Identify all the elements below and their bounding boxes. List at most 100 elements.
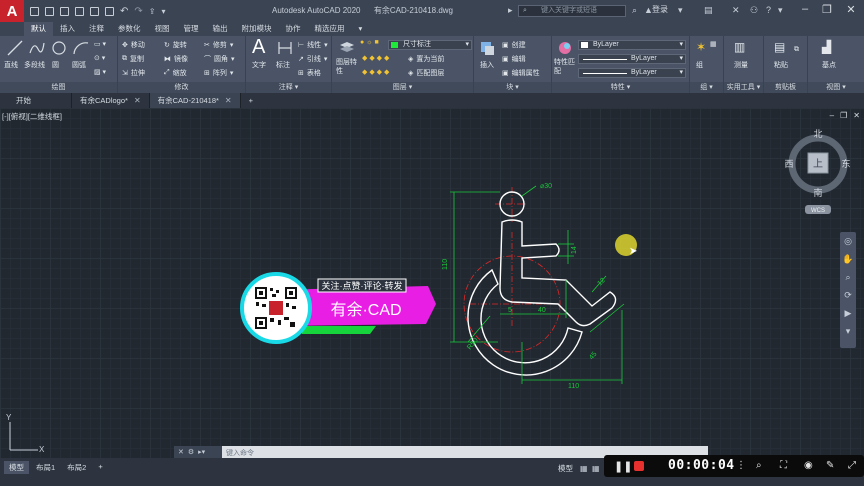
clipboard-panel-label[interactable]: 剪贴板 xyxy=(764,82,807,93)
circle-button[interactable]: 圆 xyxy=(52,60,59,70)
ribbon-tab-2[interactable]: 注释 xyxy=(82,22,111,36)
search-input[interactable]: ⌕ 键入关键字或短语 xyxy=(518,5,626,17)
match-properties-button[interactable]: 特性匹配 xyxy=(554,58,578,76)
ribbon-tab-6[interactable]: 输出 xyxy=(206,22,235,36)
restore-viewport-icon[interactable]: ❐ xyxy=(840,111,847,120)
edit-attributes-button[interactable]: ▣ 编辑属性 xyxy=(502,68,540,78)
create-block-button[interactable]: ▣ 创建 xyxy=(502,40,526,50)
base-point-icon[interactable]: ▟ xyxy=(822,40,831,54)
ribbon-tab-4[interactable]: 视图 xyxy=(148,22,177,36)
login-link[interactable]: 登录 xyxy=(652,4,668,15)
add-layout-button[interactable]: + xyxy=(93,461,107,474)
web-icon[interactable] xyxy=(90,6,99,16)
polyline-button[interactable]: 多段线 xyxy=(24,60,45,70)
cart-icon[interactable]: ▤ xyxy=(704,5,713,16)
insert-button[interactable]: 插入 xyxy=(480,60,494,70)
arc-icon[interactable] xyxy=(72,39,90,57)
group-tools-icon[interactable]: ▦ xyxy=(710,40,717,48)
layer-tools-row1[interactable]: ◆ ◆ ◆ ◆ xyxy=(362,54,389,62)
dim-bottom[interactable]: 110 xyxy=(568,383,579,390)
ribbon-tab-8[interactable]: 协作 xyxy=(279,22,308,36)
ribbon-tab-7[interactable]: 附加模块 xyxy=(235,22,279,36)
compass-east[interactable]: 东 xyxy=(841,158,850,169)
compass-north[interactable]: 北 xyxy=(813,129,822,139)
customize-command-icon[interactable]: ⚙ xyxy=(188,448,194,456)
dimension-button[interactable]: 标注 xyxy=(276,60,290,70)
share-icon[interactable]: ⇪ xyxy=(149,7,156,16)
minimize-icon[interactable]: – xyxy=(796,3,814,19)
viewport-controls[interactable]: [-][俯视][二维线框] xyxy=(2,111,62,122)
dimension-icon[interactable] xyxy=(276,39,294,57)
snap-icon[interactable]: ▦ xyxy=(592,464,600,473)
file-tab-start[interactable]: 开始 xyxy=(0,93,72,108)
pan-icon[interactable]: ✋ xyxy=(840,250,856,268)
exchange-icon[interactable]: ✕ xyxy=(732,5,740,16)
close-tab-icon[interactable]: ✕ xyxy=(225,93,232,108)
group-icon[interactable]: ✶ xyxy=(696,40,706,54)
insert-block-icon[interactable] xyxy=(478,39,496,57)
region-icon[interactable]: ⛶ xyxy=(780,460,787,471)
modify-panel-label[interactable]: 修改 xyxy=(118,82,245,93)
dim-45[interactable]: 45 xyxy=(588,351,598,362)
match-properties-icon[interactable] xyxy=(556,39,574,57)
layer-state-icons[interactable]: ● ☼ ■ xyxy=(360,39,379,46)
recent-commands-icon[interactable]: ▸▾ xyxy=(198,448,205,456)
groups-panel-label[interactable]: 组 ▾ xyxy=(690,82,723,93)
ribbon-options-icon[interactable]: ▾ xyxy=(352,22,370,36)
rectangle-icon[interactable]: ▭ ▾ xyxy=(94,40,106,48)
circle-icon[interactable] xyxy=(50,39,68,57)
help-icon[interactable]: ? xyxy=(766,5,771,15)
compass-south[interactable]: 南 xyxy=(813,187,822,198)
print-icon[interactable] xyxy=(105,6,114,16)
zoom-icon[interactable]: ⌕ xyxy=(756,460,762,471)
scale-button[interactable]: ⤢ 缩放 xyxy=(164,68,187,78)
layer-tools-row2[interactable]: ◆ ◆ ◆ ◆ xyxy=(362,68,389,76)
compass-west[interactable]: 西 xyxy=(784,159,793,169)
steering-wheel-icon[interactable]: ◎ xyxy=(840,232,856,250)
file-tab-logo[interactable]: 有余CADlogo* ✕ xyxy=(72,93,150,108)
layout-tab-0[interactable]: 模型 xyxy=(4,461,29,474)
recorder-close-icon[interactable]: ⤢ xyxy=(848,460,856,471)
dim-12[interactable]: 12 xyxy=(596,277,607,288)
ribbon-tab-1[interactable]: 插入 xyxy=(53,22,82,36)
help-dropdown-icon[interactable]: ▾ xyxy=(778,5,783,16)
close-command-icon[interactable]: ✕ xyxy=(178,448,184,456)
close-viewport-icon[interactable]: ✕ xyxy=(853,111,860,120)
block-panel-label[interactable]: 块 ▾ xyxy=(474,82,551,93)
trim-button[interactable]: ✂ 修剪 ▾ xyxy=(204,40,233,50)
edit-block-button[interactable]: ▣ 编辑 xyxy=(502,54,526,64)
paste-icon[interactable]: ▤ xyxy=(774,40,785,54)
restore-icon[interactable]: ❐ xyxy=(818,3,836,19)
save-icon[interactable] xyxy=(60,6,69,16)
ribbon-tab-5[interactable]: 管理 xyxy=(177,22,206,36)
pause-icon[interactable]: ❚❚ xyxy=(614,460,632,473)
grid-icon[interactable]: ▦ xyxy=(580,464,588,473)
draw-panel-label[interactable]: 绘图 xyxy=(0,82,117,93)
stretch-button[interactable]: ⇲ 拉伸 xyxy=(122,68,145,78)
ribbon-tab-3[interactable]: 参数化 xyxy=(111,22,148,36)
undo-icon[interactable]: ↶ xyxy=(120,6,128,17)
new-tab-button[interactable]: + xyxy=(241,93,261,108)
color-dropdown[interactable]: ByLayer ▾ xyxy=(578,40,686,50)
ribbon-tab-9[interactable]: 精选应用 xyxy=(308,22,352,36)
zoom-extents-icon[interactable]: ⌕ xyxy=(840,268,856,286)
base-point-button[interactable]: 基点 xyxy=(822,60,836,70)
nav-dropdown-icon[interactable]: ▾ xyxy=(840,322,856,340)
text-button[interactable]: 文字 xyxy=(252,60,266,70)
table-button[interactable]: ⊞ 表格 xyxy=(298,68,321,78)
polyline-icon[interactable] xyxy=(28,39,46,57)
dim-5[interactable]: 5 xyxy=(508,307,512,314)
paste-button[interactable]: 粘贴 xyxy=(774,60,788,70)
pen-icon[interactable]: ✎ xyxy=(826,460,834,471)
command-input[interactable]: 键入命令 xyxy=(226,448,254,458)
model-space-button[interactable]: 模型 xyxy=(558,463,573,474)
linear-button[interactable]: ⊢ 线性 ▾ xyxy=(298,40,328,50)
annotation-panel-label[interactable]: 注释 ▾ xyxy=(246,82,331,93)
line-button[interactable]: 直线 xyxy=(4,60,18,70)
dim-40[interactable]: 40 xyxy=(538,307,546,314)
drawing-canvas[interactable]: [-][俯视][二维线框] – ❐ ✕ 上 北 南 东 西 WCS ◎ ✋ ⌕ … xyxy=(0,108,864,458)
view-panel-label[interactable]: 视图 ▾ xyxy=(808,82,864,93)
app-logo[interactable]: A xyxy=(0,0,24,22)
search-chevron-icon[interactable]: ▸ xyxy=(508,5,513,16)
layer-properties-icon[interactable] xyxy=(338,39,356,57)
